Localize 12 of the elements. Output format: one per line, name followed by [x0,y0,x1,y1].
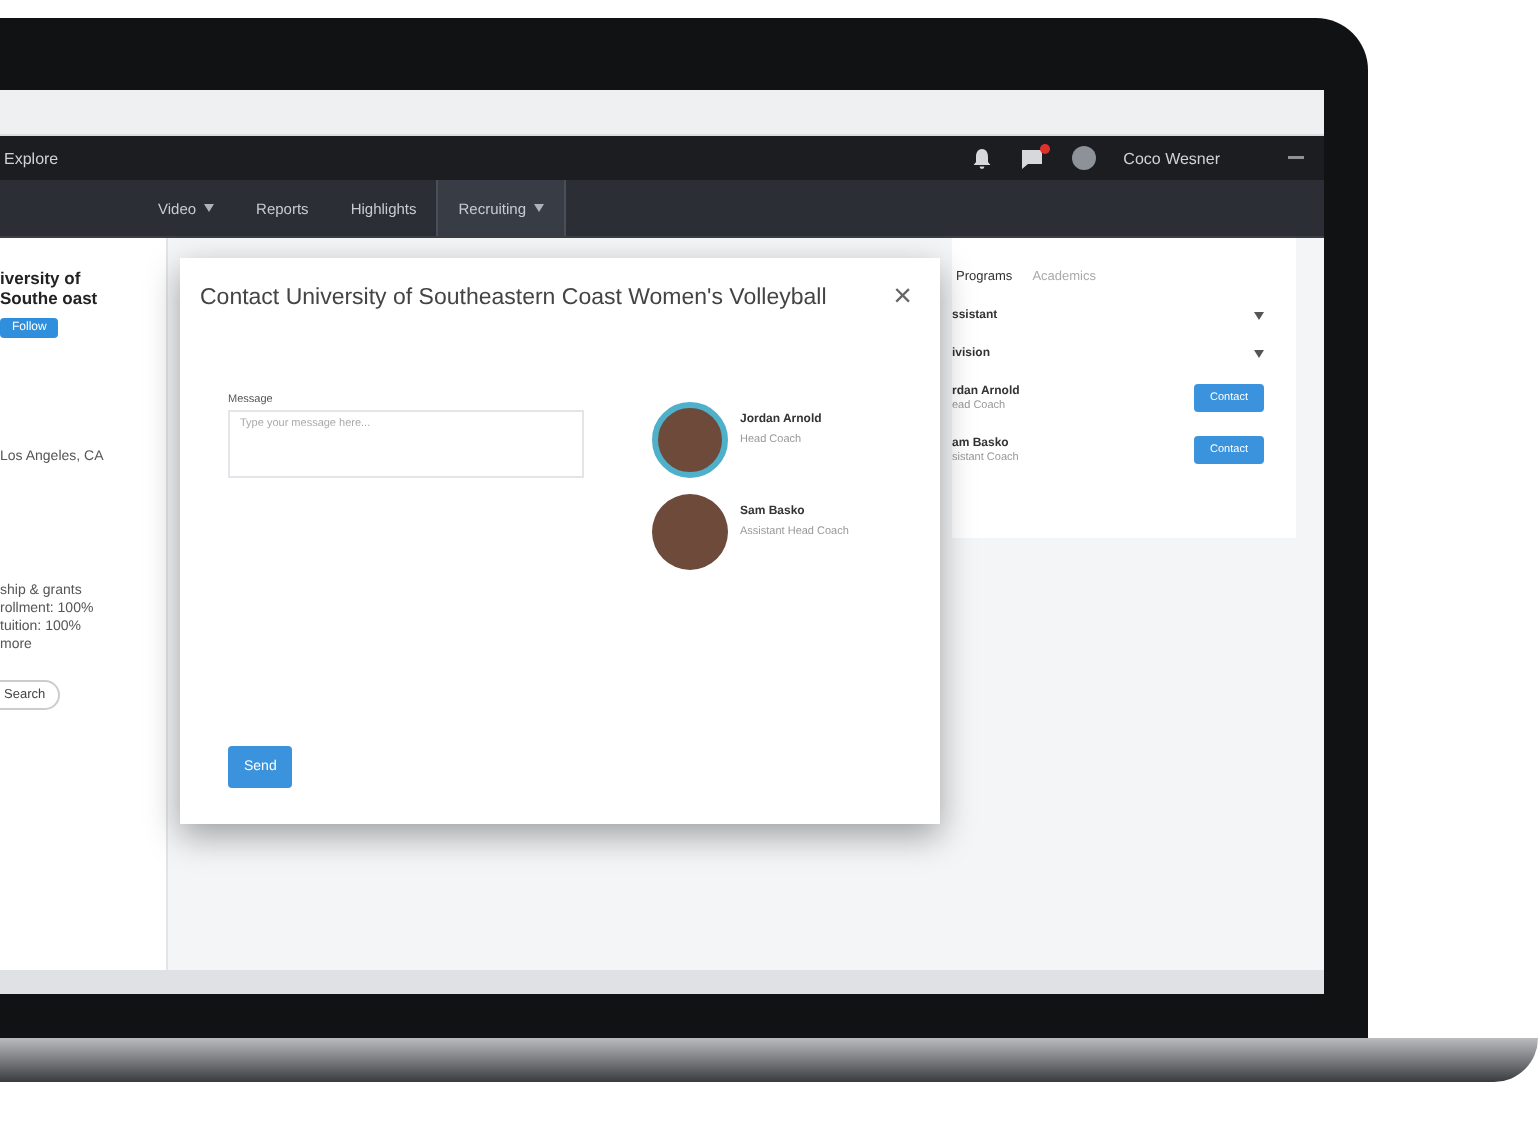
caret-icon [204,204,215,212]
chat-icon[interactable] [1019,147,1044,169]
bell-icon[interactable] [971,147,992,169]
brand-name[interactable]: Explore [4,149,944,167]
school-title: iversity of Southe oast [0,270,100,310]
caret-icon[interactable] [1254,312,1264,320]
avatar-icon[interactable] [1071,146,1096,170]
caret-icon[interactable] [1254,350,1264,358]
caret-icon [534,204,545,212]
modal-title: Contact University of Southeastern Coast Women's Volleyball [200,286,827,310]
close-button[interactable]: × [893,282,912,314]
user-name[interactable]: Coco Wesner [1123,149,1220,167]
